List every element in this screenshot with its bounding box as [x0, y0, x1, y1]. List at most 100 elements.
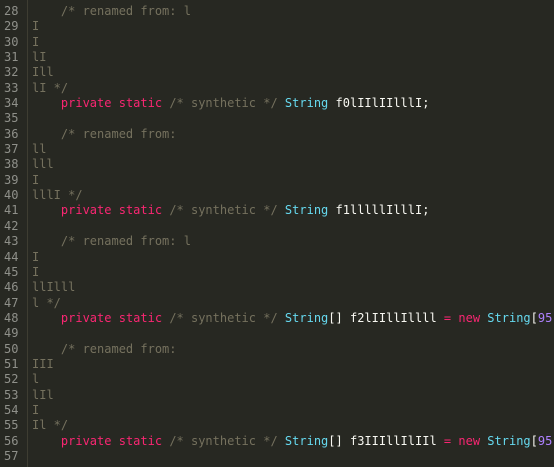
line-number: 45: [4, 264, 19, 279]
code-line[interactable]: 38 lll: [0, 157, 554, 172]
code-token: String: [284, 310, 329, 325]
code-line[interactable]: 40 lllI */: [0, 188, 554, 203]
line-number: 57: [4, 448, 19, 463]
code-line[interactable]: 51 III: [0, 357, 554, 372]
code-token: ll: [32, 142, 47, 157]
line-number: 54: [4, 402, 19, 417]
code-text[interactable]: Il */: [26, 418, 554, 433]
code-text[interactable]: I: [26, 173, 554, 188]
code-line[interactable]: 46 llIlll: [0, 280, 554, 295]
code-text[interactable]: [26, 449, 554, 464]
code-line[interactable]: 45 I: [0, 265, 554, 280]
code-line[interactable]: 49: [0, 326, 554, 341]
code-text[interactable]: /* renamed from: l: [26, 4, 554, 19]
code-text[interactable]: ll: [26, 142, 554, 157]
line-number: 44: [4, 249, 19, 264]
code-text[interactable]: lI: [26, 50, 554, 65]
code-text[interactable]: III: [26, 357, 554, 372]
code-line[interactable]: 29 I: [0, 19, 554, 34]
code-line[interactable]: 52 l: [0, 372, 554, 387]
code-text[interactable]: lll: [26, 157, 554, 172]
code-token: new: [458, 433, 481, 448]
code-text[interactable]: private static /* synthetic */ String f1…: [26, 203, 554, 218]
code-text[interactable]: I: [26, 403, 554, 418]
code-line[interactable]: 57: [0, 449, 554, 464]
code-line[interactable]: 32 Ill: [0, 65, 554, 80]
code-text[interactable]: private static /* synthetic */ String f0…: [26, 96, 554, 111]
code-line[interactable]: 35: [0, 111, 554, 126]
line-number: 29: [4, 19, 19, 34]
code-text[interactable]: /* renamed from: l: [26, 234, 554, 249]
code-text[interactable]: lIl: [26, 388, 554, 403]
code-text[interactable]: /* renamed from:: [26, 127, 554, 142]
code-text[interactable]: lllI */: [26, 188, 554, 203]
line-number: 48: [4, 310, 19, 325]
code-text[interactable]: /* renamed from:: [26, 342, 554, 357]
code-token: III: [32, 356, 54, 371]
code-line[interactable]: 33 lI */: [0, 81, 554, 96]
line-number: 33: [4, 80, 19, 95]
code-line[interactable]: 50 /* renamed from:: [0, 342, 554, 357]
code-text[interactable]: I: [26, 35, 554, 50]
line-number: 37: [4, 142, 19, 157]
code-line[interactable]: 31 lI: [0, 50, 554, 65]
code-text[interactable]: lI */: [26, 81, 554, 96]
code-line[interactable]: 37 ll: [0, 142, 554, 157]
code-line[interactable]: 53 lIl: [0, 388, 554, 403]
line-number: 43: [4, 234, 19, 249]
code-line[interactable]: 47 l */: [0, 296, 554, 311]
line-number: 28: [4, 4, 19, 18]
code-lines: 28 /* renamed from: l 29 I 30 I 31 lI 32 Ill 33 lI…: [0, 4, 554, 464]
code-line[interactable]: 54 I: [0, 403, 554, 418]
code-line[interactable]: 36 /* renamed from:: [0, 127, 554, 142]
line-number: 34: [4, 96, 19, 111]
line-number: 56: [4, 433, 19, 448]
code-line[interactable]: 42: [0, 219, 554, 234]
code-text[interactable]: private static /* synthetic */ String[] …: [26, 434, 554, 449]
code-line[interactable]: 43 /* renamed from: l: [0, 234, 554, 249]
code-line[interactable]: 48 private static /* synthetic */ String…: [0, 311, 554, 326]
code-token: /* renamed from:: [60, 341, 177, 356]
code-token: /* renamed from: l: [60, 234, 191, 249]
code-text[interactable]: l: [26, 372, 554, 387]
code-line[interactable]: 41 private static /* synthetic */ String…: [0, 203, 554, 218]
code-token: f1lllllIlllI: [335, 203, 423, 218]
code-text[interactable]: private static /* synthetic */ String[] …: [26, 311, 554, 326]
line-number: 51: [4, 356, 19, 371]
code-line[interactable]: 34 private static /* synthetic */ String…: [0, 96, 554, 111]
code-text[interactable]: llIlll: [26, 280, 554, 295]
code-token: f3IIIllIlIIl: [349, 433, 437, 448]
code-line[interactable]: 30 I: [0, 35, 554, 50]
code-text[interactable]: I: [26, 250, 554, 265]
code-line[interactable]: 44 I: [0, 250, 554, 265]
code-token: String: [284, 433, 329, 448]
line-number: 40: [4, 188, 19, 203]
code-token: static: [118, 310, 163, 325]
code-line[interactable]: 55 Il */: [0, 418, 554, 433]
code-token: I: [32, 264, 40, 279]
code-token: f2lIIllIllll: [349, 310, 437, 325]
code-text[interactable]: I: [26, 19, 554, 34]
line-number: 30: [4, 34, 19, 49]
line-number: 49: [4, 326, 19, 341]
code-text[interactable]: [26, 219, 554, 234]
code-text[interactable]: [26, 111, 554, 126]
code-line[interactable]: 39 I: [0, 173, 554, 188]
code-token: Ill: [32, 65, 54, 80]
code-text[interactable]: l */: [26, 296, 554, 311]
code-line[interactable]: 28 /* renamed from: l: [0, 4, 554, 19]
code-line[interactable]: 56 private static /* synthetic */ String…: [0, 434, 554, 449]
code-editor[interactable]: 28 /* renamed from: l 29 I 30 I 31 lI 32 Ill 33 lI…: [0, 0, 554, 467]
code-token: ;: [422, 96, 430, 111]
code-token: []: [328, 433, 350, 448]
code-token: private: [60, 96, 112, 111]
code-text[interactable]: [26, 326, 554, 341]
code-token: I: [32, 19, 40, 34]
code-text[interactable]: I: [26, 265, 554, 280]
code-text[interactable]: Ill: [26, 65, 554, 80]
